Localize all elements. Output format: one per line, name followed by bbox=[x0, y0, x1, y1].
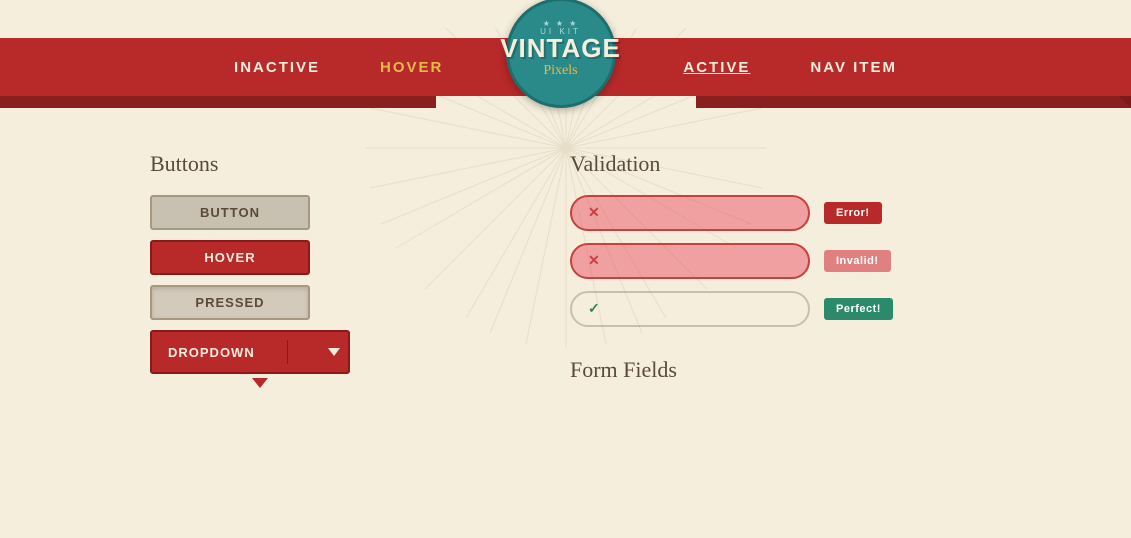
dropdown-caret-icon bbox=[328, 348, 340, 356]
dropdown-divider bbox=[287, 340, 288, 364]
badge-uikit-label: UI Kit bbox=[540, 27, 581, 36]
btn-pressed[interactable]: Pressed bbox=[150, 285, 310, 320]
btn-dropdown[interactable]: Dropdown bbox=[150, 330, 350, 374]
nav-item-inactive[interactable]: INACTIVE bbox=[234, 59, 320, 76]
page-wrapper: // Will generate in the SVG directly bbox=[0, 38, 1131, 538]
nav-item-navitem[interactable]: NAV ITEM bbox=[810, 59, 897, 76]
btn-dropdown-label: Dropdown bbox=[168, 345, 255, 360]
ribbon-left bbox=[0, 96, 436, 108]
btn-dropdown-wrapper: Dropdown bbox=[150, 330, 370, 374]
btn-hover[interactable]: Hover bbox=[150, 240, 310, 275]
badge-sub-name: Pixels bbox=[543, 63, 577, 79]
nav-item-hover[interactable]: HOVER bbox=[380, 59, 443, 76]
dropdown-caret-btn[interactable] bbox=[320, 348, 348, 356]
nav-item-active[interactable]: ACTIVE bbox=[683, 59, 750, 76]
navbar-wrapper: UI Kit VINTAGE Pixels INACTIVE HOVER ACT… bbox=[0, 38, 1131, 96]
logo-badge: UI Kit VINTAGE Pixels bbox=[506, 0, 626, 118]
badge-circle: UI Kit VINTAGE Pixels bbox=[506, 0, 616, 108]
dropdown-indicator bbox=[252, 378, 268, 388]
ribbon-right bbox=[696, 96, 1131, 108]
badge-brand-name: VINTAGE bbox=[500, 35, 621, 61]
btn-default[interactable]: Button bbox=[150, 195, 310, 230]
